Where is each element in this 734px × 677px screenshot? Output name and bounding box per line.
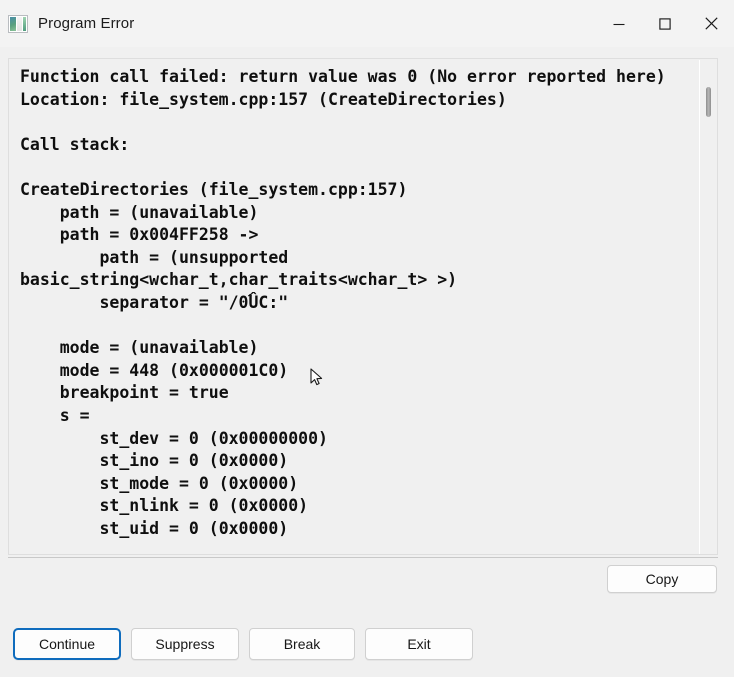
output-scrollbar-thumb[interactable] <box>706 87 711 117</box>
break-button[interactable]: Break <box>249 628 355 660</box>
maximize-icon[interactable] <box>642 0 688 47</box>
continue-button[interactable]: Continue <box>13 628 121 660</box>
continue-button-label: Continue <box>38 636 96 652</box>
footer-divider <box>8 557 718 558</box>
suppress-button[interactable]: Suppress <box>131 628 239 660</box>
window-controls <box>596 0 734 47</box>
output-vertical-scrollbar[interactable] <box>699 60 716 554</box>
minimize-icon[interactable] <box>596 0 642 47</box>
program-error-window: Program Error Function call failed: retu… <box>0 0 734 677</box>
title-bar-left: Program Error <box>0 14 596 33</box>
app-icon-panel-middle <box>17 16 22 31</box>
exit-button[interactable]: Exit <box>365 628 473 660</box>
error-output-area[interactable]: Function call failed: return value was 0… <box>8 58 718 555</box>
image-app-icon <box>8 14 28 33</box>
break-button-label: Break <box>283 636 321 652</box>
app-icon-panel-right <box>22 16 26 31</box>
error-output-text: Function call failed: return value was 0… <box>20 67 666 538</box>
copy-button-label: Copy <box>645 571 679 587</box>
close-icon[interactable] <box>688 0 734 47</box>
exit-button-label: Exit <box>407 636 431 652</box>
suppress-button-label: Suppress <box>155 636 215 652</box>
window-title: Program Error <box>38 15 135 32</box>
copy-button[interactable]: Copy <box>607 565 717 593</box>
app-icon-panel-left <box>10 16 17 31</box>
title-bar: Program Error <box>0 0 734 47</box>
